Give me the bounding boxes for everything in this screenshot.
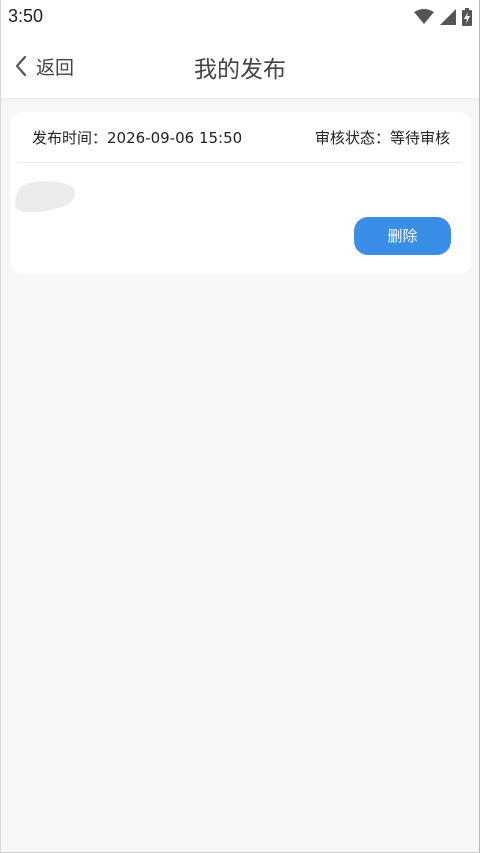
post-card-header: 发布时间：2026-09-06 15:50 审核状态：等待审核: [19, 112, 462, 163]
wifi-icon: [414, 9, 434, 24]
delete-button[interactable]: 删除: [354, 217, 451, 255]
publish-time: 发布时间：2026-09-06 15:50: [32, 129, 243, 147]
page-title: 我的发布: [194, 57, 286, 83]
review-status: 审核状态：等待审核: [314, 129, 450, 147]
status-bar: 3:50: [0, 0, 480, 34]
status-icons: [414, 7, 472, 27]
image-placeholder-icon[interactable]: [14, 180, 76, 214]
signal-icon: [440, 9, 456, 25]
left-edge: [0, 0, 1, 853]
status-time: 3:50: [8, 6, 44, 26]
post-card: 发布时间：2026-09-06 15:50 审核状态：等待审核 删除: [10, 112, 471, 274]
battery-charging-icon: [462, 8, 472, 26]
nav-bar: 返回 我的发布: [0, 34, 480, 99]
